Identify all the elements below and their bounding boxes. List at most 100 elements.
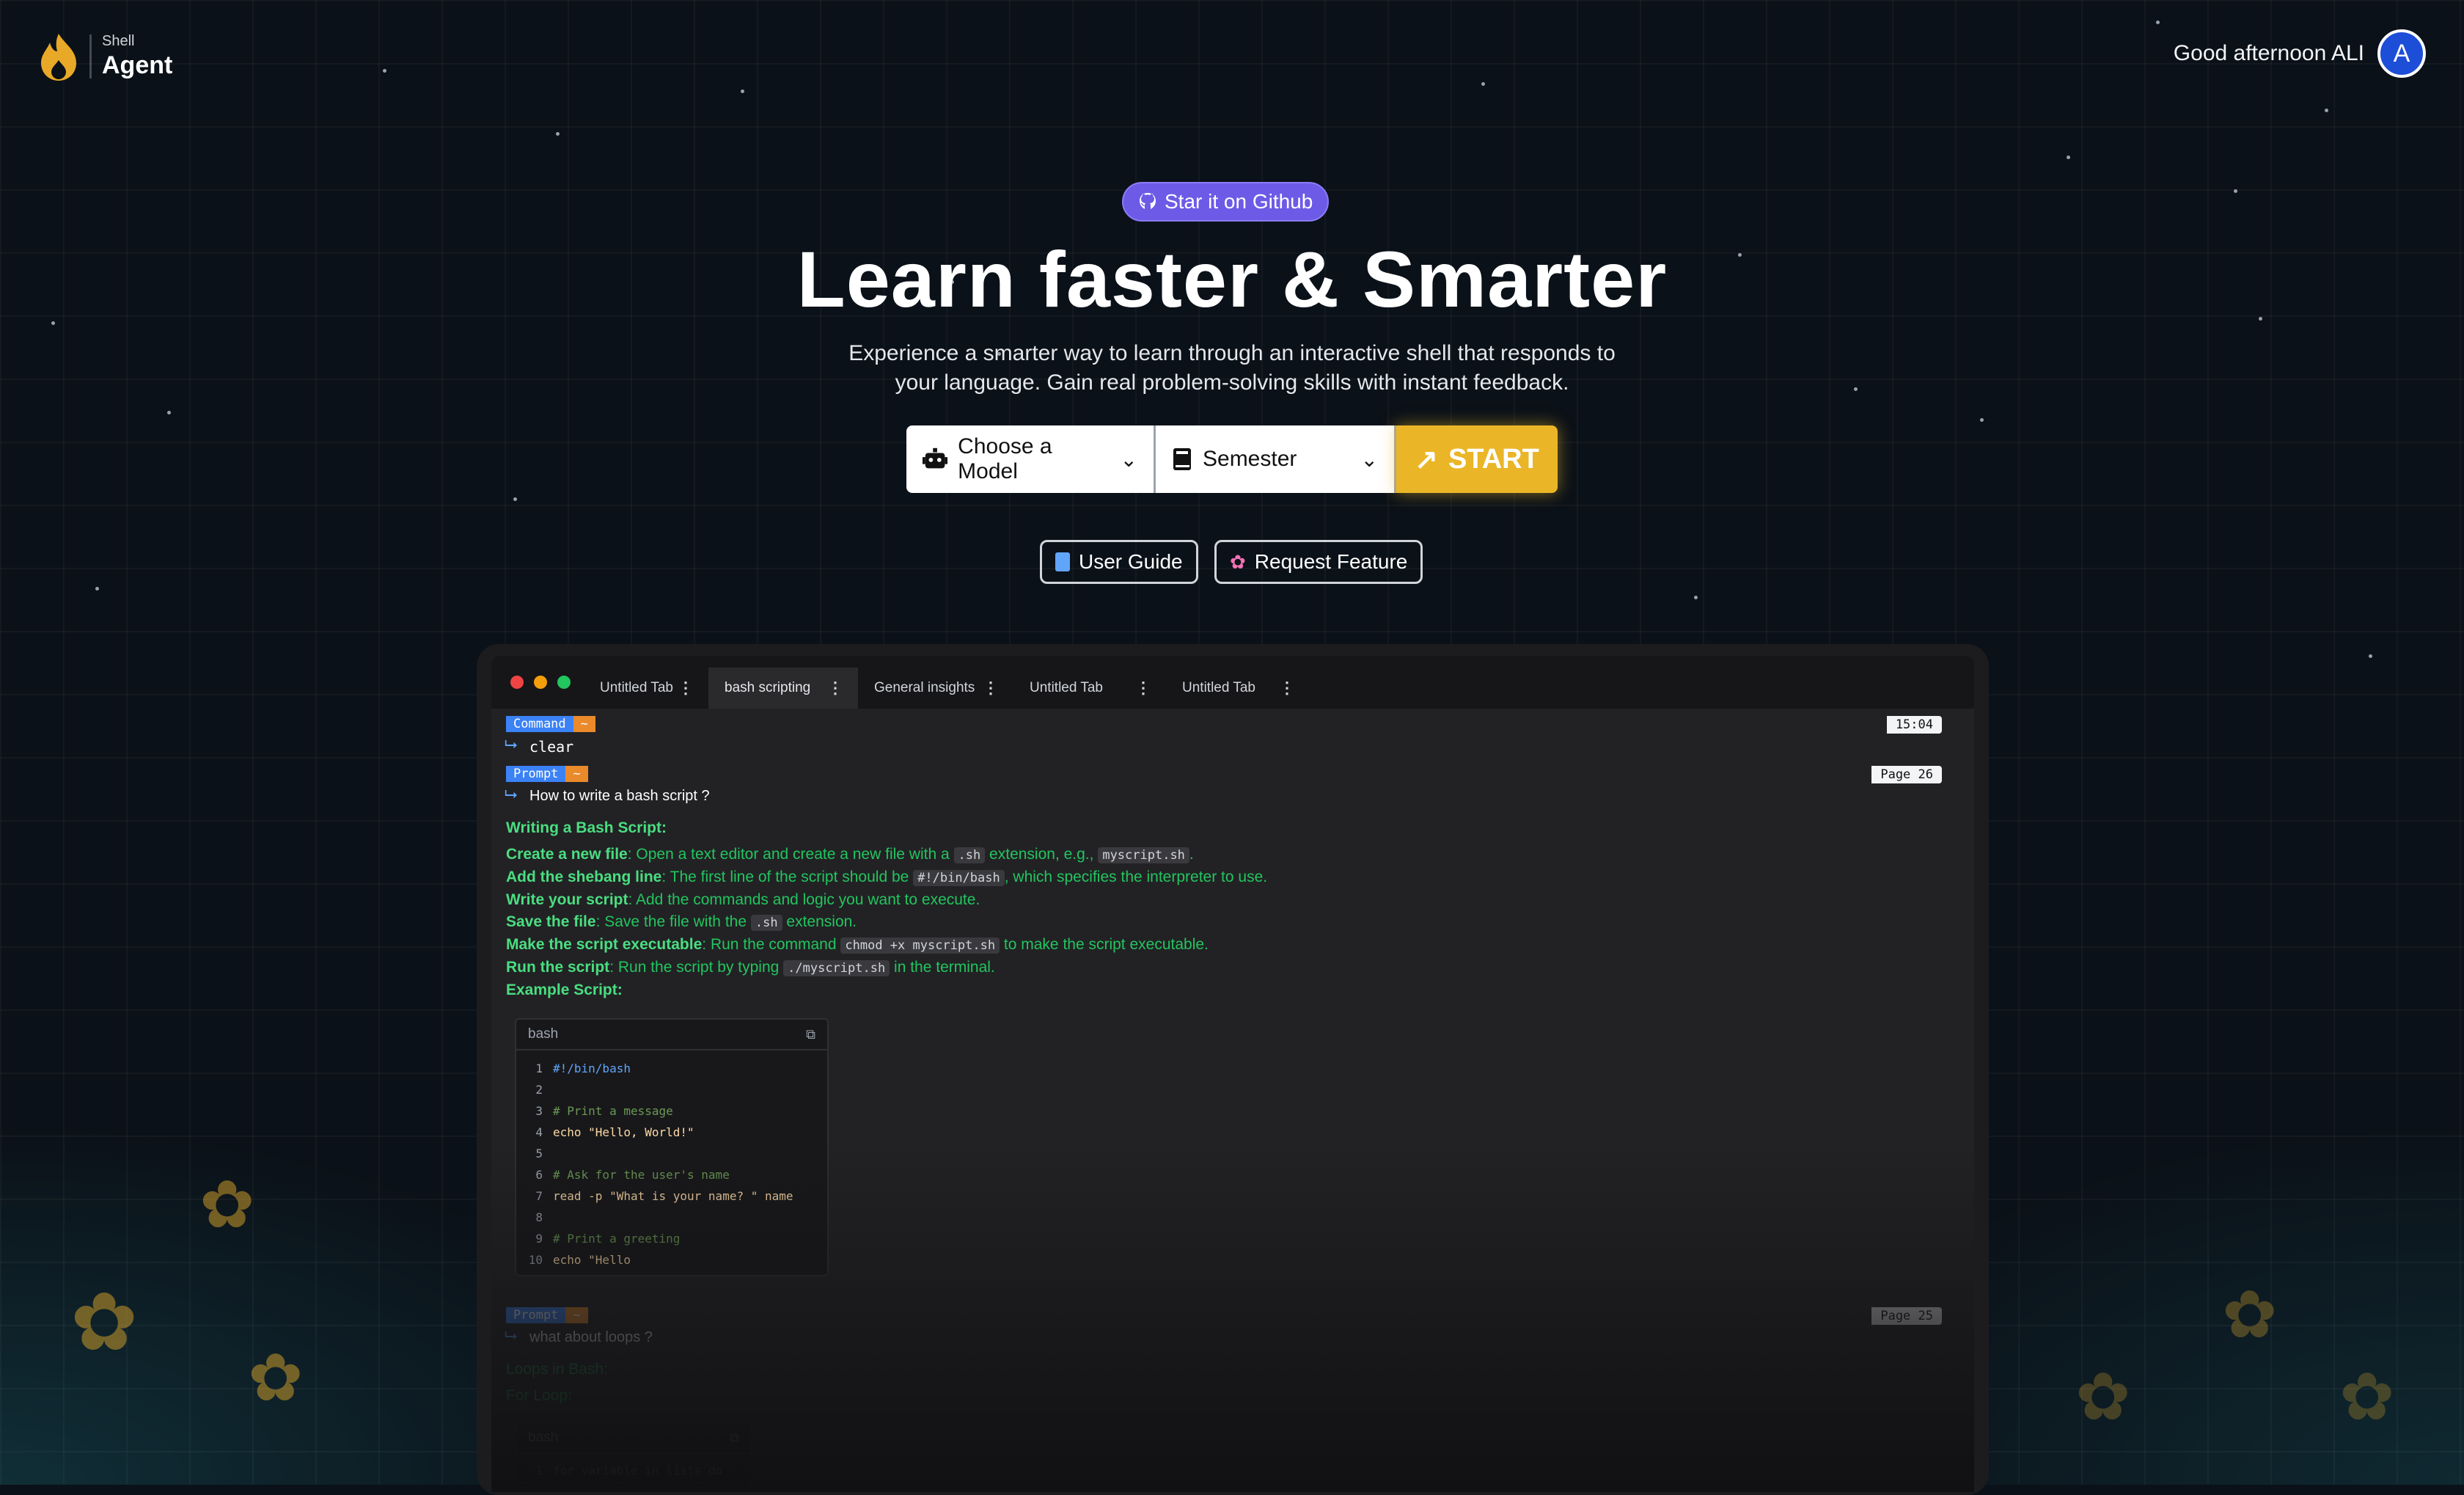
answer-block: Loops in Bash: For Loop: — [506, 1359, 608, 1407]
example-heading: Example Script: — [506, 982, 623, 998]
request-feature-label: Request Feature — [1254, 550, 1408, 573]
tag-type: Prompt — [506, 1307, 566, 1323]
tab-label: Untitled Tab — [600, 680, 673, 695]
time-badge: 15:04 — [1886, 716, 1942, 734]
more-vertical-icon[interactable]: ⋮ — [678, 679, 694, 698]
code-line: 6 # Ask for the user's name — [535, 1168, 730, 1182]
more-vertical-icon[interactable]: ⋮ — [1279, 679, 1295, 698]
code-line: 1 for variable in lists do — [535, 1463, 723, 1477]
tab-label: bash scripting — [725, 680, 811, 695]
page-title: Learn faster & Smarter — [796, 235, 1668, 324]
greeting-text: Good afternoon ALI — [2173, 41, 2364, 65]
user-greeting: Good afternoon ALI A — [2174, 29, 2426, 78]
code-line: 3 # Print a message — [535, 1104, 673, 1118]
user-guide-button[interactable]: User Guide — [1040, 540, 1198, 584]
flower-decoration: ✿ — [2222, 1279, 2278, 1352]
brand-logo[interactable]: Shell Agent — [38, 31, 172, 82]
command-tag: Command ~ — [506, 716, 595, 732]
badge-label: Star it on Github — [1165, 190, 1313, 213]
prompt-tag: Prompt ~ — [506, 766, 588, 782]
answer-step: Add the shebang line: The first line of … — [506, 869, 1268, 886]
code-lines: 1 #!/bin/bash 2 3 # Print a message 4 echo … — [516, 1050, 827, 1275]
answer-step: Run the script: Run the script by typing… — [506, 959, 995, 976]
answer-heading: Writing a Bash Script: — [506, 819, 667, 836]
more-vertical-icon[interactable]: ⋮ — [983, 679, 999, 698]
flower-decoration: ✿ — [248, 1342, 304, 1415]
answer-step: Create a new file: Open a text editor an… — [506, 846, 1194, 863]
page-badge: Page 26 — [1871, 766, 1942, 783]
code-header: bash ⧉ — [516, 1020, 827, 1050]
flower-decoration: ✿ — [70, 1277, 139, 1367]
chevron-down-icon: ⌄ — [1120, 447, 1137, 471]
prompt-text: what about loops ? — [529, 1329, 653, 1345]
chevron-down-icon: ⌄ — [1360, 447, 1378, 471]
command-text: clear — [529, 738, 574, 756]
code-language: bash — [528, 1430, 559, 1445]
flower-decoration: ✿ — [2339, 1361, 2395, 1434]
code-language: bash — [528, 1026, 559, 1042]
page-badge: Page 25 — [1871, 1307, 1942, 1325]
request-feature-button[interactable]: ✿ Request Feature — [1214, 540, 1423, 584]
maximize-window-dot[interactable] — [557, 676, 571, 689]
code-line: 7 read -p "What is your name? " name — [535, 1189, 793, 1203]
tab-untitled-3[interactable]: Untitled Tab ⋮ — [1166, 668, 1310, 709]
code-line: 10 echo "Hello — [528, 1253, 631, 1267]
copy-icon[interactable]: ⧉ — [806, 1027, 815, 1042]
answer-step: Save the file: Save the file with the .s… — [506, 913, 857, 931]
logo-divider — [89, 34, 92, 78]
book-icon — [1173, 448, 1191, 470]
answer-subheading: For Loop: — [506, 1387, 572, 1404]
semester-select[interactable]: Semester ⌄ — [1156, 425, 1396, 493]
model-select-label: Choose a Model — [958, 434, 1052, 483]
code-line: 8 — [535, 1210, 543, 1224]
code-lines: 1 for variable in lists do — [516, 1454, 751, 1487]
answer-heading: Loops in Bash: — [506, 1361, 608, 1378]
code-line: 5 — [535, 1147, 543, 1160]
start-controls: Choose a Model ⌄ Semester ⌄ ↗ START — [906, 425, 1558, 493]
terminal-window: Untitled Tab ⋮ bash scripting ⋮ General in… — [491, 656, 1974, 1492]
hero-subtitle: Experience a smarter way to learn throug… — [848, 341, 1616, 395]
arrow-up-right-icon: ↗ — [1415, 444, 1438, 475]
tag-directory: ~ — [565, 766, 588, 782]
brand-name: Agent — [102, 51, 173, 79]
code-line: 9 # Print a greeting — [535, 1232, 681, 1246]
code-line: 1 #!/bin/bash — [535, 1061, 631, 1075]
tab-label: Untitled Tab — [1030, 680, 1103, 695]
prompt-arrow-icon: ⮡ — [505, 785, 518, 803]
flower-decoration: ✿ — [199, 1169, 255, 1242]
answer-step: Write your script: Add the commands and … — [506, 891, 980, 908]
prompt-tag: Prompt ~ — [506, 1307, 588, 1323]
tag-type: Prompt — [506, 766, 566, 782]
tab-label: General insights — [874, 680, 975, 695]
code-header: bash ⧉ — [516, 1423, 751, 1454]
avatar[interactable]: A — [2377, 29, 2426, 78]
flame-icon — [41, 34, 76, 81]
prompt-arrow-icon: ⮡ — [505, 1326, 518, 1345]
tab-bash-scripting[interactable]: bash scripting ⋮ — [708, 668, 858, 709]
minimize-window-dot[interactable] — [534, 676, 547, 689]
robot-icon — [923, 447, 948, 469]
flower-decoration: ✿ — [2075, 1361, 2131, 1434]
tag-directory: ~ — [565, 1307, 588, 1323]
model-select[interactable]: Choose a Model ⌄ — [906, 425, 1156, 493]
close-window-dot[interactable] — [510, 676, 524, 689]
start-button[interactable]: ↗ START — [1396, 425, 1558, 493]
more-vertical-icon[interactable]: ⋮ — [827, 679, 843, 698]
user-guide-label: User Guide — [1079, 550, 1183, 573]
tag-type: Command — [506, 716, 573, 732]
prompt-arrow-icon: ⮡ — [505, 735, 518, 753]
copy-icon[interactable]: ⧉ — [730, 1430, 739, 1446]
tab-label: Untitled Tab — [1182, 680, 1255, 695]
tab-untitled-1[interactable]: Untitled Tab ⋮ — [584, 668, 708, 709]
code-line: 2 — [535, 1083, 543, 1097]
tab-bar: Untitled Tab ⋮ bash scripting ⋮ General in… — [491, 656, 1974, 709]
start-label: START — [1448, 443, 1539, 475]
tab-general-insights[interactable]: General insights ⋮ — [858, 668, 1013, 709]
prompt-text: How to write a bash script ? — [529, 788, 710, 804]
more-vertical-icon[interactable]: ⋮ — [1135, 679, 1151, 698]
code-block: bash ⧉ 1 for variable in lists do — [515, 1422, 752, 1488]
tab-untitled-2[interactable]: Untitled Tab ⋮ — [1013, 668, 1166, 709]
answer-step: Make the script executable: Run the comm… — [506, 936, 1209, 954]
github-star-badge[interactable]: Star it on Github — [1122, 182, 1330, 222]
brand-small-text: Shell — [102, 33, 135, 49]
